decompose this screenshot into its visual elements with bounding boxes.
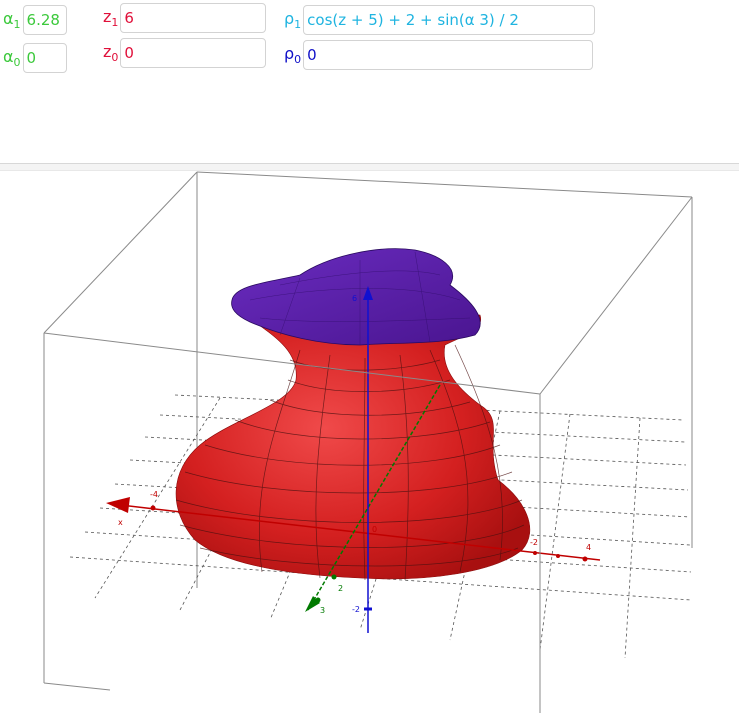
rho1-label: ρ1: [284, 9, 302, 31]
x-tick-4: 4: [586, 543, 591, 552]
z1-input[interactable]: 6: [120, 3, 267, 33]
z1-param: z1 6: [103, 3, 267, 33]
z0-param: z0 0: [103, 38, 267, 68]
y-tick-2: 2: [338, 584, 343, 593]
origin-label: 0: [372, 525, 377, 534]
alpha0-input[interactable]: 0: [22, 43, 67, 73]
x-tick-neg4: -4: [150, 490, 158, 499]
z0-input[interactable]: 0: [120, 38, 267, 68]
y-tick-3: 3: [320, 606, 325, 615]
alpha0-label: α0: [3, 47, 21, 69]
graphics-3d-view[interactable]: x -4 -2 4 2 3 6 -2 0: [0, 170, 739, 713]
alpha0-param: α0 0: [3, 43, 67, 73]
alpha1-input[interactable]: 6.28: [22, 5, 67, 35]
z-tick-6: 6: [352, 294, 357, 303]
x-axis-label: x: [118, 518, 123, 527]
rho1-input[interactable]: cos(z + 5) + 2 + sin(α 3) / 2: [303, 5, 596, 35]
alpha1-param: α1 6.28: [3, 5, 67, 35]
rho0-param: ρ0 0: [284, 40, 594, 70]
z1-label: z1: [103, 7, 119, 29]
z-tick-neg2: -2: [352, 605, 360, 614]
surface-side[interactable]: [175, 304, 531, 580]
rho1-param: ρ1 cos(z + 5) + 2 + sin(α 3) / 2: [284, 5, 596, 35]
z0-label: z0: [103, 42, 119, 64]
x-axis-arrow-icon: [106, 497, 130, 513]
x-tick-neg2: -2: [530, 538, 538, 547]
rho0-input[interactable]: 0: [303, 40, 594, 70]
rho0-label: ρ0: [284, 44, 302, 66]
alpha1-label: α1: [3, 9, 21, 31]
